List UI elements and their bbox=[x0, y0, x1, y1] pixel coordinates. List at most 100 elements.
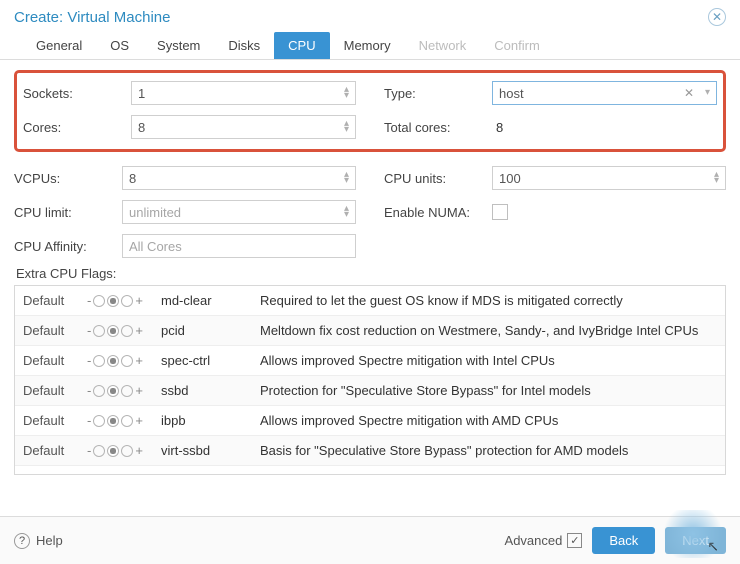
flag-state: Default bbox=[23, 323, 83, 338]
vcpus-input[interactable]: 8 ▴▾ bbox=[122, 166, 356, 190]
label-cpu-units: CPU units: bbox=[384, 171, 492, 186]
radio-on-icon[interactable] bbox=[121, 325, 133, 337]
flag-state: Default bbox=[23, 413, 83, 428]
tab-cpu[interactable]: CPU bbox=[274, 32, 329, 59]
radio-off-icon[interactable] bbox=[93, 325, 105, 337]
flag-desc: Allows improved Spectre mitigation with … bbox=[260, 413, 717, 428]
flag-toggle[interactable]: - + bbox=[87, 353, 157, 368]
cursor-icon: ↖ bbox=[707, 538, 719, 555]
radio-off-icon[interactable] bbox=[93, 445, 105, 457]
radio-on-icon[interactable] bbox=[121, 295, 133, 307]
flag-toggle[interactable]: - + bbox=[87, 443, 157, 458]
tab-bar: General OS System Disks CPU Memory Netwo… bbox=[0, 32, 740, 60]
flag-name: ssbd bbox=[161, 383, 256, 398]
tab-network: Network bbox=[405, 32, 481, 59]
stepper-icon[interactable]: ▴▾ bbox=[344, 172, 349, 184]
advanced-checkbox[interactable]: ✓ bbox=[567, 533, 582, 548]
radio-default-icon[interactable] bbox=[107, 325, 119, 337]
tab-system[interactable]: System bbox=[143, 32, 214, 59]
flags-heading: Extra CPU Flags: bbox=[16, 266, 726, 281]
stepper-icon[interactable]: ▴▾ bbox=[344, 87, 349, 99]
flag-name: md-clear bbox=[161, 293, 256, 308]
cores-input[interactable]: 8 ▴▾ bbox=[131, 115, 356, 139]
tab-general[interactable]: General bbox=[22, 32, 96, 59]
numa-checkbox[interactable] bbox=[492, 204, 508, 220]
field-cpu-affinity: CPU Affinity: All Cores bbox=[14, 234, 356, 258]
field-cpu-units: CPU units: 100 ▴▾ bbox=[384, 166, 726, 190]
type-select[interactable]: host ✕ ▾ bbox=[492, 81, 717, 105]
flag-row: Default - + ibpb Allows improved Spectre mi… bbox=[15, 406, 725, 436]
close-icon[interactable]: ✕ bbox=[708, 8, 726, 26]
stepper-icon[interactable]: ▴▾ bbox=[344, 121, 349, 133]
stepper-icon[interactable]: ▴▾ bbox=[714, 172, 719, 184]
flag-desc: Basis for "Speculative Store Bypass" pro… bbox=[260, 443, 717, 458]
field-cores: Cores: 8 ▴▾ bbox=[23, 115, 356, 139]
highlight-box: Sockets: 1 ▴▾ Type: host ✕ ▾ Cores: bbox=[14, 70, 726, 152]
flag-toggle[interactable]: - + bbox=[87, 323, 157, 338]
back-button[interactable]: Back bbox=[592, 527, 655, 554]
label-type: Type: bbox=[384, 86, 492, 101]
radio-on-icon[interactable] bbox=[121, 415, 133, 427]
flag-desc: Required to let the guest OS know if MDS… bbox=[260, 293, 717, 308]
window-title: Create: Virtual Machine bbox=[14, 9, 170, 26]
flag-name: virt-ssbd bbox=[161, 443, 256, 458]
flag-desc: Protection for "Speculative Store Bypass… bbox=[260, 383, 717, 398]
help-button[interactable]: ? Help bbox=[14, 533, 63, 549]
radio-off-icon[interactable] bbox=[93, 295, 105, 307]
flag-state: Default bbox=[23, 383, 83, 398]
field-total-cores: Total cores: 8 bbox=[384, 115, 717, 139]
radio-off-icon[interactable] bbox=[93, 355, 105, 367]
dialog-window: Create: Virtual Machine ✕ General OS Sys… bbox=[0, 0, 740, 564]
tab-os[interactable]: OS bbox=[96, 32, 143, 59]
stepper-icon[interactable]: ▴▾ bbox=[344, 206, 349, 218]
flag-toggle[interactable]: - + bbox=[87, 413, 157, 428]
flag-name: spec-ctrl bbox=[161, 353, 256, 368]
advanced-toggle[interactable]: Advanced ✓ bbox=[505, 533, 583, 548]
tab-confirm: Confirm bbox=[480, 32, 554, 59]
radio-on-icon[interactable] bbox=[121, 445, 133, 457]
help-icon: ? bbox=[14, 533, 30, 549]
radio-off-icon[interactable] bbox=[93, 415, 105, 427]
radio-default-icon[interactable] bbox=[107, 355, 119, 367]
label-total-cores: Total cores: bbox=[384, 120, 492, 135]
label-enable-numa: Enable NUMA: bbox=[384, 205, 492, 220]
tab-memory[interactable]: Memory bbox=[330, 32, 405, 59]
radio-default-icon[interactable] bbox=[107, 445, 119, 457]
content-area: Sockets: 1 ▴▾ Type: host ✕ ▾ Cores: bbox=[0, 60, 740, 516]
clear-icon[interactable]: ✕ bbox=[684, 86, 694, 100]
flag-row: Default - + virt-ssbd Basis for "Speculativ… bbox=[15, 436, 725, 466]
flag-toggle[interactable]: - + bbox=[87, 293, 157, 308]
sockets-input[interactable]: 1 ▴▾ bbox=[131, 81, 356, 105]
cpu-affinity-input[interactable]: All Cores bbox=[122, 234, 356, 258]
flag-toggle[interactable]: - + bbox=[87, 383, 157, 398]
flag-row: Default - + spec-ctrl Allows improved Spect… bbox=[15, 346, 725, 376]
label-cpu-affinity: CPU Affinity: bbox=[14, 239, 122, 254]
flag-desc: Allows improved Spectre mitigation with … bbox=[260, 353, 717, 368]
radio-default-icon[interactable] bbox=[107, 385, 119, 397]
radio-default-icon[interactable] bbox=[107, 295, 119, 307]
field-vcpus: VCPUs: 8 ▴▾ bbox=[14, 166, 356, 190]
flags-scroll[interactable]: Default - + md-clear Required to let the gu… bbox=[15, 286, 725, 474]
flag-state: Default bbox=[23, 293, 83, 308]
label-cpu-limit: CPU limit: bbox=[14, 205, 122, 220]
chevron-down-icon[interactable]: ▾ bbox=[705, 90, 710, 96]
tab-disks[interactable]: Disks bbox=[214, 32, 274, 59]
flag-name: ibpb bbox=[161, 413, 256, 428]
flags-table: Default - + md-clear Required to let the gu… bbox=[14, 285, 726, 475]
label-sockets: Sockets: bbox=[23, 86, 131, 101]
radio-default-icon[interactable] bbox=[107, 415, 119, 427]
radio-on-icon[interactable] bbox=[121, 385, 133, 397]
cpu-limit-input[interactable]: unlimited ▴▾ bbox=[122, 200, 356, 224]
radio-on-icon[interactable] bbox=[121, 355, 133, 367]
label-cores: Cores: bbox=[23, 120, 131, 135]
flag-name: pcid bbox=[161, 323, 256, 338]
next-button[interactable]: Next ↖ bbox=[665, 527, 726, 554]
radio-off-icon[interactable] bbox=[93, 385, 105, 397]
cpu-units-input[interactable]: 100 ▴▾ bbox=[492, 166, 726, 190]
field-cpu-limit: CPU limit: unlimited ▴▾ bbox=[14, 200, 356, 224]
flag-state: Default bbox=[23, 443, 83, 458]
footer: ? Help Advanced ✓ Back Next ↖ bbox=[0, 516, 740, 564]
flag-row: Default - + ssbd Protection for "Speculativ… bbox=[15, 376, 725, 406]
flag-state: Default bbox=[23, 353, 83, 368]
flag-row: Default- +pcidMeltdown fix cost reductio… bbox=[15, 316, 725, 346]
